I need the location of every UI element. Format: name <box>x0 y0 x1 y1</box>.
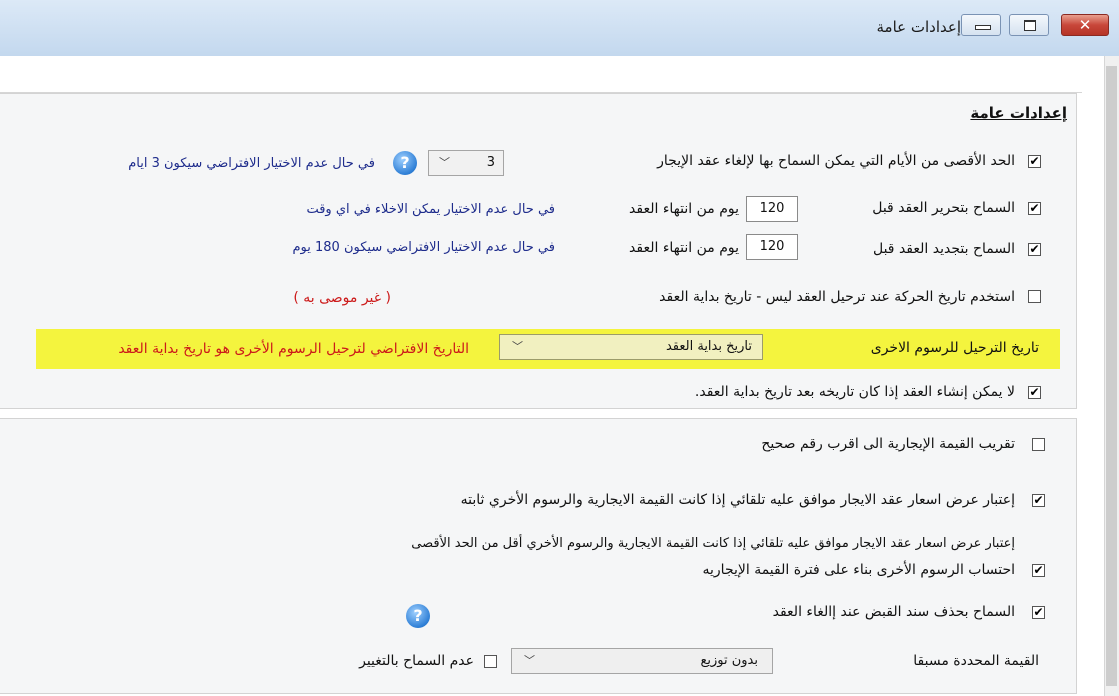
use-movement-date-label: استخدم تاريخ الحركة عند ترحيل العقد ليس … <box>659 289 1015 305</box>
help-icon[interactable]: ? <box>406 604 430 628</box>
chevron-down-icon: ﹀ <box>512 340 523 353</box>
scrollbar-thumb[interactable] <box>1106 66 1117 686</box>
max-cancel-days-checkbox[interactable]: ✔ <box>1028 155 1041 168</box>
maximize-button[interactable] <box>1009 14 1049 36</box>
no-change-checkbox[interactable] <box>484 655 497 668</box>
max-cancel-days-select[interactable]: 3 ﹀ <box>428 150 504 176</box>
round-rent-checkbox[interactable] <box>1032 438 1045 451</box>
minimize-button[interactable] <box>961 14 1001 36</box>
max-cancel-days-value: 3 <box>486 155 495 170</box>
allow-release-checkbox[interactable]: ✔ <box>1028 202 1041 215</box>
close-button[interactable]: ✕ <box>1061 14 1109 36</box>
chevron-down-icon: ﹀ <box>524 654 535 667</box>
not-recommended-warning: ( غير موصى به ) <box>293 290 391 306</box>
close-icon: ✕ <box>1078 16 1092 34</box>
allow-renew-checkbox[interactable]: ✔ <box>1028 243 1041 256</box>
allow-renew-unit: يوم من انتهاء العقد <box>629 240 739 256</box>
chevron-down-icon: ﹀ <box>439 156 450 169</box>
allow-release-days-input[interactable]: 120 <box>746 196 798 222</box>
round-rent-label: تقريب القيمة الإيجارية الى اقرب رقم صحيح <box>761 436 1015 452</box>
other-fees-posting-date-value: تاريخ بداية العقد <box>665 339 752 354</box>
no-change-label: عدم السماح بالتغيير <box>359 653 474 669</box>
no-contract-after-start-label: لا يمكن إنشاء العقد إذا كان تاريخه بعد ت… <box>694 384 1015 400</box>
allow-renew-days-input[interactable]: 120 <box>746 234 798 260</box>
window-title: إعدادات عامة <box>876 18 962 36</box>
calc-other-fees-label: احتساب الرسوم الأخرى بناء على فترة القيم… <box>702 562 1015 578</box>
preset-value-selected: بدون توزيع <box>700 653 758 668</box>
auto-approve-offer-label: إعتبار عرض اسعار عقد الايجار موافق عليه … <box>460 492 1015 508</box>
preset-value-select[interactable]: بدون توزيع ﹀ <box>511 648 773 674</box>
allow-release-unit: يوم من انتهاء العقد <box>629 201 739 217</box>
posting-date-note: التاريخ الافتراضي لترحيل الرسوم الأخرى ه… <box>118 341 469 357</box>
maximize-icon <box>1024 20 1036 31</box>
allow-delete-receipt-label: السماح بحذف سند القبض عند إالغاء العقد <box>772 604 1015 620</box>
section-title: إعدادات عامة <box>970 104 1067 122</box>
calc-other-fees-checkbox[interactable]: ✔ <box>1032 564 1045 577</box>
auto-approve-offer-checkbox[interactable]: ✔ <box>1032 494 1045 507</box>
allow-release-hint: في حال عدم الاختيار يمكن الاخلاء في اي و… <box>306 202 555 217</box>
allow-release-label: السماح بتحرير العقد قبل <box>872 200 1015 216</box>
other-fees-posting-date-label: تاريخ الترحيل للرسوم الاخرى <box>870 340 1039 356</box>
allow-delete-receipt-checkbox[interactable]: ✔ <box>1032 606 1045 619</box>
allow-renew-label: السماح بتجديد العقد قبل <box>872 241 1015 257</box>
no-contract-after-start-checkbox[interactable]: ✔ <box>1028 386 1041 399</box>
preset-value-label: القيمة المحددة مسبقا <box>913 653 1039 669</box>
minimize-icon <box>975 25 991 30</box>
help-icon[interactable]: ? <box>393 151 417 175</box>
max-cancel-days-label: الحد الأقصى من الأيام التي يمكن السماح ب… <box>657 153 1015 169</box>
other-fees-posting-date-select[interactable]: تاريخ بداية العقد ﹀ <box>499 334 763 360</box>
use-movement-date-checkbox[interactable] <box>1028 290 1041 303</box>
max-cancel-days-hint: في حال عدم الاختيار الافتراضي سيكون 3 اي… <box>128 156 375 171</box>
auto-approve-note: إعتبار عرض اسعار عقد الايجار موافق عليه … <box>411 536 1015 551</box>
allow-renew-hint: في حال عدم الاختيار الافتراضي سيكون 180 … <box>292 240 556 255</box>
